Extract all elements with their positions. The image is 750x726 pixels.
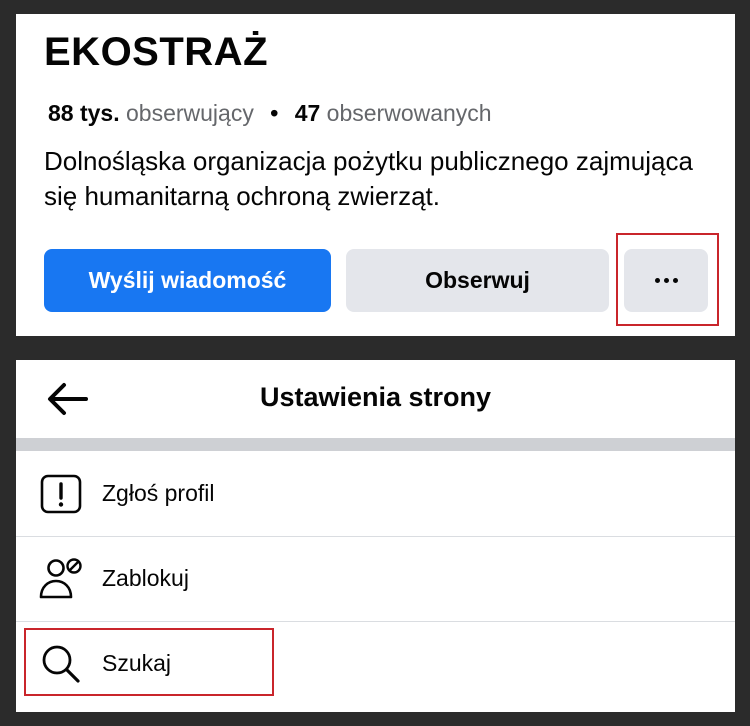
send-message-button[interactable]: Wyślij wiadomość <box>44 249 331 312</box>
highlight-annotation-search <box>24 628 274 696</box>
settings-header: Ustawienia strony <box>16 360 735 438</box>
page-title: EKOSTRAŻ <box>44 30 268 74</box>
page-profile-card: EKOSTRAŻ 88 tys. obserwujący • 47 obserw… <box>16 14 735 336</box>
send-message-label: Wyślij wiadomość <box>88 267 287 293</box>
page-bio: Dolnośląska organizacja pożytku publiczn… <box>44 146 693 211</box>
menu-item-block[interactable]: Zablokuj <box>16 536 735 621</box>
menu-item-report-profile[interactable]: Zgłoś profil <box>16 451 735 536</box>
menu-item-label: Zgłoś profil <box>102 480 215 506</box>
follow-stats: 88 tys. obserwujący • 47 obserwowanych <box>48 100 492 127</box>
follow-label: Obserwuj <box>425 267 530 293</box>
settings-title: Ustawienia strony <box>259 382 492 412</box>
following-count[interactable]: 47 <box>295 100 321 126</box>
report-icon <box>40 474 82 514</box>
stats-separator: • <box>270 100 279 126</box>
highlight-annotation-more <box>616 233 719 326</box>
page-settings-sheet: Ustawienia strony Zgłoś profil Zablokuj … <box>16 360 735 712</box>
followers-label[interactable]: obserwujący <box>126 100 254 126</box>
menu-item-label: Zablokuj <box>102 565 189 591</box>
followers-count[interactable]: 88 tys. <box>48 100 120 126</box>
following-label[interactable]: obserwowanych <box>327 100 492 126</box>
section-divider <box>16 438 735 451</box>
block-user-icon <box>39 558 82 599</box>
follow-button[interactable]: Obserwuj <box>346 249 609 312</box>
